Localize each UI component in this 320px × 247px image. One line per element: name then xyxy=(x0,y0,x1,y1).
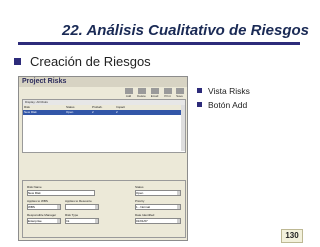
date-identified-input[interactable]: 01/01/07 xyxy=(135,218,181,224)
cell-probability: 2 xyxy=(92,110,94,114)
priority-select[interactable]: 1 - Normal xyxy=(135,204,181,210)
status-select[interactable]: Open xyxy=(135,190,181,196)
chevron-down-icon[interactable] xyxy=(177,205,180,209)
cell-status: Open xyxy=(66,110,74,114)
chevron-down-icon[interactable] xyxy=(57,205,60,209)
chevron-down-icon[interactable] xyxy=(57,219,60,223)
toolbar-save-button[interactable]: Save xyxy=(173,88,186,99)
chevron-down-icon[interactable] xyxy=(95,219,98,223)
square-bullet-icon xyxy=(14,58,21,65)
app-screenshot: Project Risks Add Delete Email Print Sav… xyxy=(18,76,188,241)
risk-name-input[interactable]: New Risk xyxy=(27,190,95,196)
sub-bullet-text: Botón Add xyxy=(208,100,248,110)
sub-bullet-2: Botón Add xyxy=(197,100,247,110)
risk-type-label: Risk Type xyxy=(65,213,79,217)
grid-scrollbar[interactable] xyxy=(181,105,185,151)
applies-to-wbs-label: Applies to WBS xyxy=(27,199,48,203)
risk-name-label: Risk Name xyxy=(27,185,42,189)
applies-to-resource-select[interactable] xyxy=(65,204,99,210)
square-bullet-icon xyxy=(197,88,202,93)
toolbar-email-button[interactable]: Email xyxy=(148,88,161,99)
cell-risk: New Risk xyxy=(24,110,37,114)
chevron-down-icon[interactable] xyxy=(95,205,98,209)
risk-type-select[interactable]: Int xyxy=(65,218,99,224)
calendar-icon[interactable] xyxy=(177,219,180,223)
date-identified-label: Date Identified xyxy=(135,213,155,217)
page-number: 130 xyxy=(281,229,303,243)
responsible-manager-label: Responsible Manager xyxy=(27,213,57,217)
status-label: Status xyxy=(135,185,144,189)
main-bullet: Creación de Riesgos xyxy=(14,54,151,69)
risks-grid[interactable]: Display: All Risks Risk Status Probab. I… xyxy=(22,99,186,153)
responsible-manager-select[interactable]: Enterprise xyxy=(27,218,61,224)
main-bullet-text: Creación de Riesgos xyxy=(30,54,151,69)
app-window-title: Project Risks xyxy=(19,77,187,87)
toolbar-delete-button[interactable]: Delete xyxy=(135,88,148,99)
table-row[interactable]: New Risk Open 2 2 xyxy=(23,110,185,115)
square-bullet-icon xyxy=(197,102,202,107)
toolbar-add-button[interactable]: Add xyxy=(122,88,135,99)
title-rule xyxy=(18,42,300,45)
sub-bullet-text: Vista Risks xyxy=(208,86,250,96)
slide-title: 22. Análisis Cualitativo de Riesgos xyxy=(62,22,310,39)
chevron-down-icon[interactable] xyxy=(177,191,180,195)
risk-detail-form: Risk Name New Risk Status Open Applies t… xyxy=(22,180,186,238)
priority-label: Priority xyxy=(135,199,145,203)
applies-to-resource-label: Applies to Resource xyxy=(65,199,92,203)
applies-to-wbs-select[interactable]: WBS xyxy=(27,204,61,210)
sub-bullet-1: Vista Risks xyxy=(197,86,250,96)
cell-impact: 2 xyxy=(116,110,118,114)
